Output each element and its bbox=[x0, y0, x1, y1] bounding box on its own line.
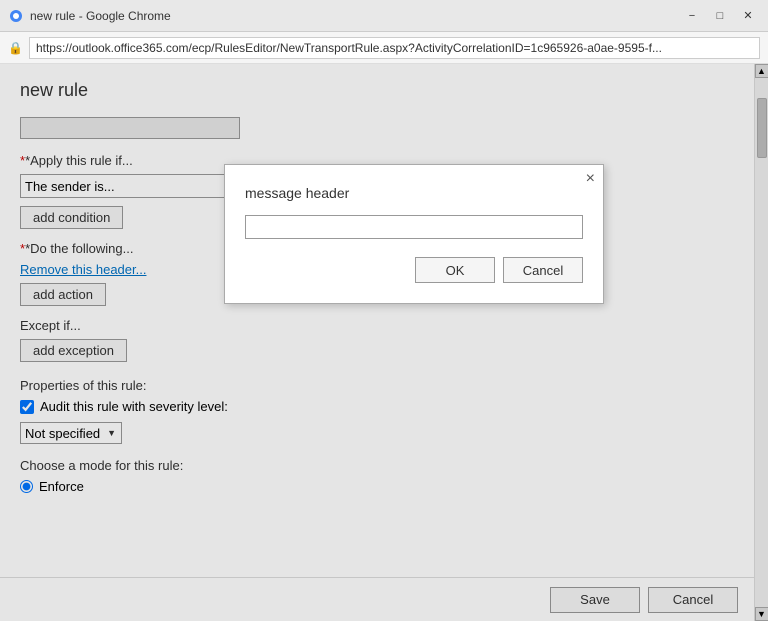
address-field[interactable]: https://outlook.office365.com/ecp/RulesE… bbox=[29, 37, 760, 59]
modal-header-input[interactable] bbox=[245, 215, 583, 239]
maximize-button[interactable]: □ bbox=[708, 6, 732, 26]
page-content: new rule *Apply this rule if... The send… bbox=[0, 64, 768, 621]
chrome-icon bbox=[8, 8, 24, 24]
modal-overlay: × message header OK Cancel bbox=[0, 64, 768, 621]
modal-buttons: OK Cancel bbox=[245, 257, 583, 283]
window-controls: − □ ✕ bbox=[680, 6, 760, 26]
modal-close-button[interactable]: × bbox=[586, 171, 595, 187]
title-bar: new rule - Google Chrome − □ ✕ bbox=[0, 0, 768, 32]
modal-ok-button[interactable]: OK bbox=[415, 257, 495, 283]
modal-content: message header OK Cancel bbox=[225, 165, 603, 303]
close-button[interactable]: ✕ bbox=[736, 6, 760, 26]
lock-icon: 🔒 bbox=[8, 41, 23, 55]
modal-title: message header bbox=[245, 185, 583, 201]
minimize-button[interactable]: − bbox=[680, 6, 704, 26]
modal-cancel-button[interactable]: Cancel bbox=[503, 257, 583, 283]
modal-box: × message header OK Cancel bbox=[224, 164, 604, 304]
window-title: new rule - Google Chrome bbox=[30, 9, 171, 23]
address-bar: 🔒 https://outlook.office365.com/ecp/Rule… bbox=[0, 32, 768, 64]
